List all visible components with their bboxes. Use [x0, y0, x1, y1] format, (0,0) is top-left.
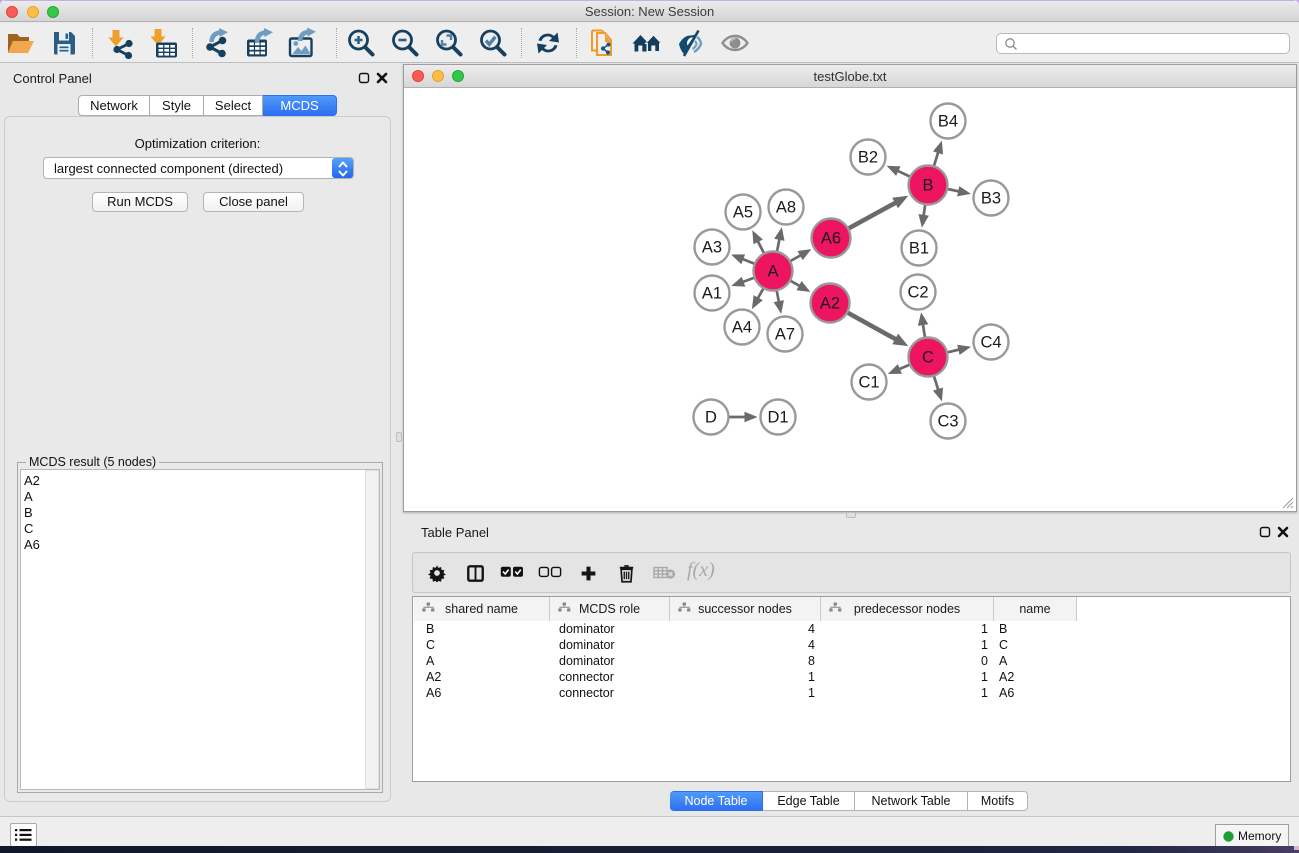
svg-text:A: A — [767, 263, 778, 281]
svg-text:A8: A8 — [776, 199, 796, 217]
svg-text:A1: A1 — [702, 285, 722, 303]
svg-text:B2: B2 — [858, 149, 878, 167]
svg-text:A3: A3 — [702, 239, 722, 257]
svg-text:C3: C3 — [937, 413, 958, 431]
svg-text:B1: B1 — [909, 240, 929, 258]
svg-text:A2: A2 — [820, 295, 840, 313]
svg-text:B: B — [922, 177, 933, 195]
svg-text:B3: B3 — [981, 190, 1001, 208]
svg-text:A4: A4 — [732, 319, 752, 337]
svg-text:D: D — [705, 409, 717, 427]
svg-text:D1: D1 — [767, 409, 788, 427]
svg-text:C1: C1 — [858, 374, 879, 392]
svg-text:B4: B4 — [938, 113, 958, 131]
svg-text:C2: C2 — [907, 284, 928, 302]
svg-text:A5: A5 — [733, 204, 753, 222]
svg-text:C4: C4 — [980, 334, 1001, 352]
svg-text:A7: A7 — [775, 326, 795, 344]
svg-text:A6: A6 — [821, 230, 841, 248]
svg-text:C: C — [922, 349, 934, 367]
